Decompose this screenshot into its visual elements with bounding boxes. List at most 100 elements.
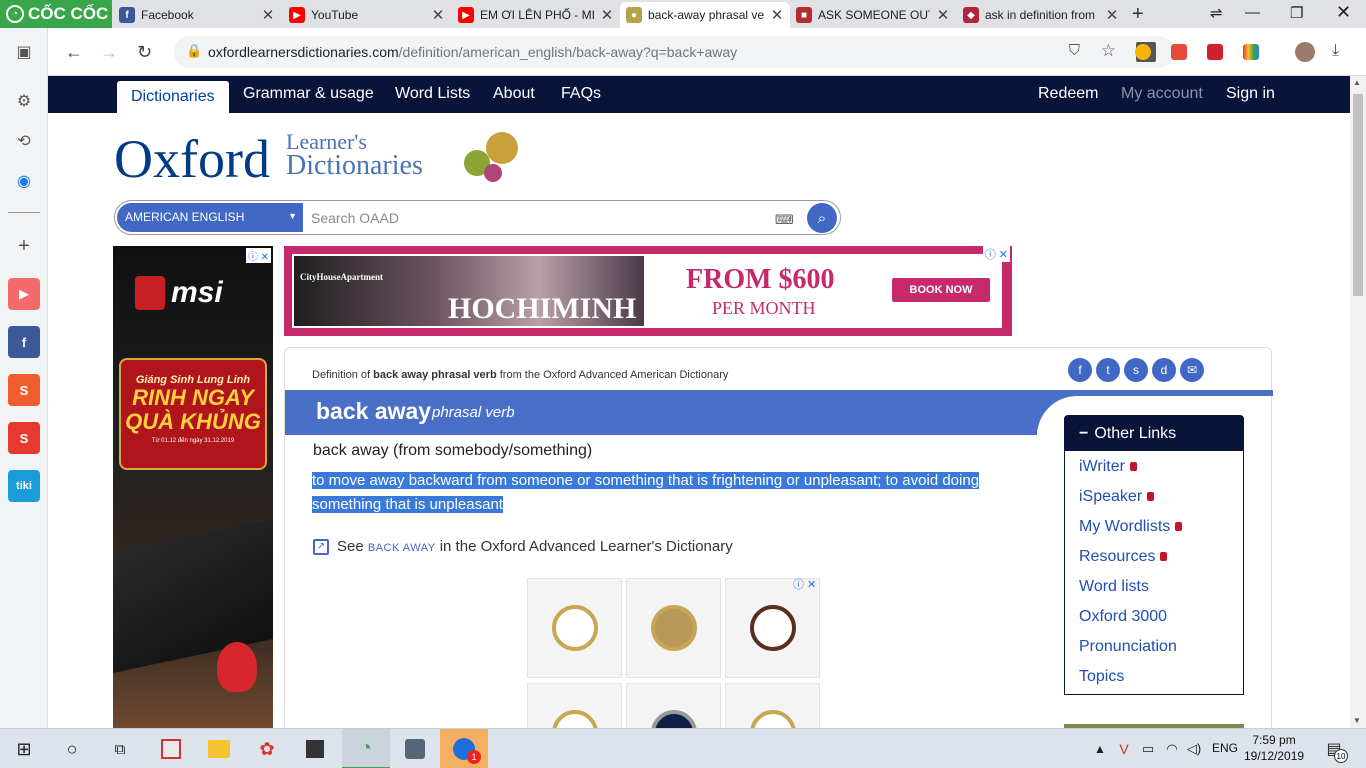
back-button[interactable]: ← xyxy=(65,42,83,63)
ad-msi[interactable]: ⓘ ✕ msi Giáng Sinh Lung Linh RINH NGAY Q… xyxy=(113,246,273,728)
adchoices-icon[interactable]: ⓘ ✕ xyxy=(793,576,816,592)
search-input[interactable]: Search OAAD xyxy=(311,210,399,226)
link-word-lists[interactable]: Word lists xyxy=(1079,578,1149,596)
tray-unikey-icon[interactable]: V xyxy=(1112,737,1136,761)
clock[interactable]: 7:59 pm 19/12/2019 xyxy=(1244,732,1304,764)
taskbar-app-note-icon[interactable] xyxy=(291,729,339,768)
scroll-up-icon[interactable]: ▲ xyxy=(1353,78,1361,87)
headword: back away xyxy=(316,398,432,424)
page-scrollbar[interactable]: ▲ ▼ xyxy=(1350,76,1366,728)
nav-faqs[interactable]: FAQs xyxy=(561,85,601,103)
share-stumbleupon-icon[interactable]: s xyxy=(1124,358,1148,382)
zalo-taskbar-icon[interactable]: 1 xyxy=(440,729,488,768)
link-oxford-3000[interactable]: Oxford 3000 xyxy=(1079,608,1167,626)
reload-button[interactable]: ↻ xyxy=(137,42,152,63)
tab-facebook[interactable]: f Facebook ✕ xyxy=(113,2,281,28)
shield-icon[interactable]: ⛉ xyxy=(1069,42,1080,59)
nav-my-account[interactable]: My account xyxy=(1121,85,1203,103)
nav-about[interactable]: About xyxy=(493,85,535,103)
close-tab-icon[interactable]: ✕ xyxy=(936,6,950,24)
adchoices-icon[interactable]: ⓘ ✕ xyxy=(982,246,1010,262)
link-resources[interactable]: Resources xyxy=(1079,548,1168,566)
add-app-icon[interactable]: + xyxy=(8,230,40,262)
taskbar-app-photo-icon[interactable] xyxy=(391,729,439,768)
keyboard-icon[interactable]: ⌨ xyxy=(775,212,794,228)
see-also-link[interactable]: ↗ See BACK AWAY in the Oxford Advanced L… xyxy=(313,538,733,555)
tab-cambridge[interactable]: ■ ASK SOMEONE OUT ✕ xyxy=(790,2,956,28)
ad-watches[interactable]: ⓘ ✕ xyxy=(527,576,823,728)
link-pronunciation[interactable]: Pronunciation xyxy=(1079,638,1177,656)
link-iwriter[interactable]: iWriter xyxy=(1079,458,1137,476)
tab-youtube[interactable]: ▶ YouTube ✕ xyxy=(283,2,451,28)
task-view-icon[interactable]: ⧉ xyxy=(108,737,132,761)
tiki-icon[interactable]: tiki xyxy=(8,470,40,502)
minimize-button[interactable]: — xyxy=(1245,4,1260,21)
nav-grammar[interactable]: Grammar & usage xyxy=(243,85,374,103)
scrollbar-thumb[interactable] xyxy=(1353,94,1363,296)
wifi-icon[interactable]: ◠ xyxy=(1160,737,1184,761)
coccoc-taskbar-icon[interactable]: ◔ xyxy=(342,729,390,768)
see-word[interactable]: BACK AWAY xyxy=(368,542,436,554)
close-window-button[interactable]: ✕ xyxy=(1336,2,1351,23)
nav-sign-in[interactable]: Sign in xyxy=(1226,85,1275,103)
share-twitter-icon[interactable]: t xyxy=(1096,358,1120,382)
extension-chrome-icon[interactable] xyxy=(1135,44,1151,60)
adchoices-icon[interactable]: ⓘ ✕ xyxy=(245,248,271,263)
settings-icon[interactable]: ⚙ xyxy=(8,85,40,117)
share-delicious-icon[interactable]: d xyxy=(1152,358,1176,382)
close-tab-icon[interactable]: ✕ xyxy=(431,6,445,24)
tab-oxford-active[interactable]: ● back-away phrasal ve ✕ xyxy=(620,2,790,28)
taskbar-app-office-icon[interactable] xyxy=(147,729,195,768)
tab-youtube-music[interactable]: ▶ EM ƠI LÊN PHỐ - MI ✕ xyxy=(452,2,620,28)
link-topics[interactable]: Topics xyxy=(1079,668,1124,686)
share-email-icon[interactable]: ✉ xyxy=(1180,358,1204,382)
youtube-icon[interactable]: ▶ xyxy=(8,278,40,310)
share-facebook-icon[interactable]: f xyxy=(1068,358,1092,382)
file-explorer-icon[interactable] xyxy=(195,729,243,768)
history-icon[interactable]: ⟲ xyxy=(8,125,40,157)
nav-word-lists[interactable]: Word Lists xyxy=(395,85,470,103)
oxford-logo[interactable]: Oxford Learner's Dictionaries xyxy=(114,128,518,190)
coccoc-menu-button[interactable]: ◔ CỐC CỐC xyxy=(0,0,112,28)
shopping-icon[interactable]: S xyxy=(8,422,40,454)
nav-dictionaries[interactable]: Dictionaries xyxy=(117,81,229,113)
close-tab-icon[interactable]: ✕ xyxy=(770,6,784,24)
lock-icon[interactable]: 🔒 xyxy=(186,43,202,59)
scroll-down-icon[interactable]: ▼ xyxy=(1353,716,1361,725)
link-my-wordlists[interactable]: My Wordlists xyxy=(1079,518,1183,536)
search-button[interactable]: ⌕ xyxy=(807,203,837,233)
maximize-button[interactable]: ❐ xyxy=(1290,4,1303,22)
battery-icon[interactable]: ▭ xyxy=(1136,737,1160,761)
messenger-icon[interactable]: ◉ xyxy=(8,165,40,197)
extension-red-icon[interactable] xyxy=(1207,44,1223,60)
extension-color-icon[interactable] xyxy=(1243,44,1259,60)
facebook-icon[interactable]: f xyxy=(8,326,40,358)
tab-search-icon[interactable]: ⇌ xyxy=(1210,4,1223,22)
ad-cityhouse[interactable]: CityHouseApartment HOCHIMINH FROM $600 P… xyxy=(284,246,1012,336)
input-language[interactable]: ENG xyxy=(1212,741,1238,755)
forward-button[interactable]: → xyxy=(100,42,118,63)
link-ispeaker[interactable]: iSpeaker xyxy=(1079,488,1155,506)
tab-dictionary[interactable]: ◆ ask in definition from ✕ xyxy=(957,2,1125,28)
taskbar-app-paint-icon[interactable]: ✿ xyxy=(243,729,291,768)
nav-redeem[interactable]: Redeem xyxy=(1038,85,1098,103)
extension-adblock-icon[interactable] xyxy=(1171,44,1187,60)
avatar[interactable] xyxy=(1295,42,1315,62)
downloads-icon[interactable]: ⤓ xyxy=(1332,42,1339,60)
star-icon[interactable]: ☆ xyxy=(1101,41,1116,61)
windows-start-icon[interactable]: ⊞ xyxy=(12,737,36,761)
close-tab-icon[interactable]: ✕ xyxy=(600,6,614,24)
dictionary-select[interactable]: AMERICAN ENGLISH ▼ xyxy=(117,203,303,232)
tray-chevron-icon[interactable]: ▲ xyxy=(1088,737,1112,761)
search-icon[interactable]: ○ xyxy=(60,737,84,761)
new-tab-button[interactable]: + xyxy=(1132,3,1144,26)
close-tab-icon[interactable]: ✕ xyxy=(1105,6,1119,24)
address-bar[interactable]: 🔒 oxfordlearnersdictionaries.com/definit… xyxy=(174,36,1174,68)
other-links-header[interactable]: − Other Links xyxy=(1065,416,1243,451)
book-now-button[interactable]: BOOK NOW xyxy=(892,278,990,302)
volume-icon[interactable]: ◁) xyxy=(1182,737,1206,761)
notification-badge: 1 xyxy=(467,750,481,764)
sidebar-toggle-icon[interactable]: ▣ xyxy=(8,36,40,68)
shopee-icon[interactable]: S xyxy=(8,374,40,406)
close-tab-icon[interactable]: ✕ xyxy=(261,6,275,24)
